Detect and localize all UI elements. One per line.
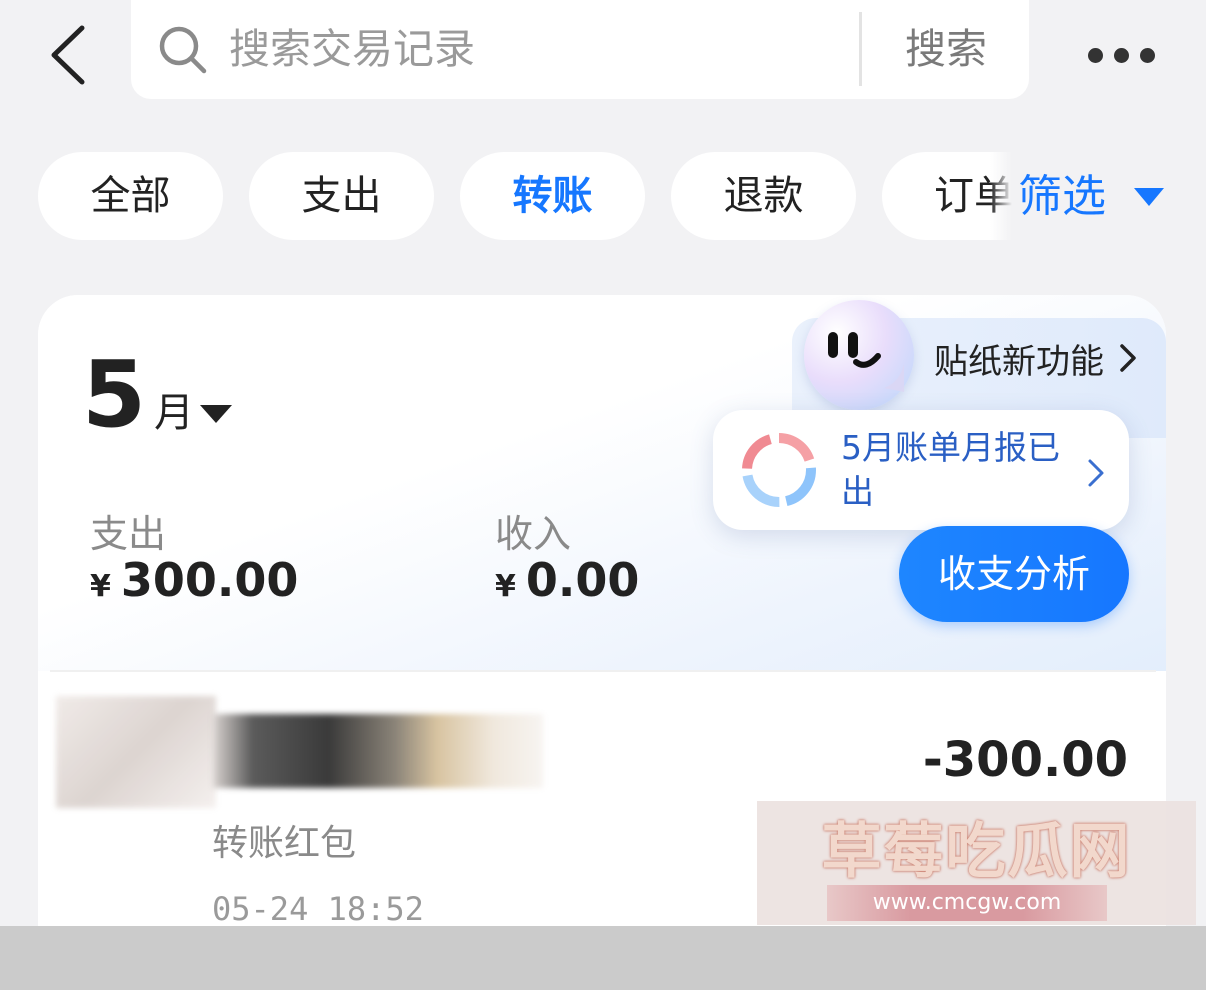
more-icon-dot: [1140, 48, 1155, 63]
monthly-report-text: 5月账单月报已出: [841, 428, 1060, 511]
income-value: ¥0.00: [495, 553, 639, 607]
bottom-overlay: [0, 926, 1206, 990]
sticker-face-icon: [804, 300, 914, 410]
watermark: 草莓吃瓜网 www.cmcgw.com: [757, 801, 1196, 925]
search-icon: [159, 26, 207, 74]
blurred-avatar: [56, 696, 216, 808]
top-bar: 搜索: [0, 0, 1206, 110]
caret-down-icon: [1134, 188, 1164, 206]
divider: [50, 670, 1156, 672]
search-input[interactable]: [229, 18, 829, 80]
watermark-url: www.cmcgw.com: [827, 885, 1107, 921]
category-tabs: 全部 支出 转账 退款 订单 筛选: [0, 152, 1206, 242]
tab-all[interactable]: 全部: [38, 152, 223, 240]
month-unit: 月: [154, 390, 195, 436]
tab-expense[interactable]: 支出: [249, 152, 434, 240]
donut-chart-icon: [742, 433, 816, 507]
filter-button[interactable]: 筛选: [1018, 162, 1106, 232]
chevron-right-icon: [1120, 344, 1136, 372]
monthly-report-popup[interactable]: 5月账单月报已出: [713, 410, 1129, 530]
blurred-counterparty-name: [213, 714, 543, 788]
income-label: 收入: [495, 512, 572, 556]
sticker-face-icon-svg: [828, 332, 904, 392]
expense-label: 支出: [90, 512, 167, 556]
tab-transfer[interactable]: 转账: [460, 152, 645, 240]
expense-amount: 300.00: [120, 553, 299, 607]
transaction-time: 05-24 18:52: [212, 890, 424, 928]
transaction-amount: -300.00: [922, 732, 1128, 788]
income-amount: 0.00: [525, 553, 640, 607]
search-divider: [859, 12, 862, 86]
caret-down-icon: [200, 405, 232, 423]
month-number: 5: [82, 341, 147, 448]
search-box[interactable]: 搜索: [131, 0, 1029, 99]
back-arrow-icon: [51, 25, 85, 85]
watermark-title: 草莓吃瓜网: [821, 817, 1132, 887]
more-icon-dot: [1088, 48, 1103, 63]
tab-refund[interactable]: 退款: [671, 152, 856, 240]
chevron-right-icon: [1088, 459, 1104, 487]
currency-symbol: ¥: [495, 569, 516, 604]
sticker-feature-label[interactable]: 贴纸新功能: [934, 334, 1104, 383]
month-selector[interactable]: 5月: [82, 345, 194, 445]
transaction-description: 转账红包: [212, 823, 357, 864]
currency-symbol: ¥: [90, 569, 111, 604]
income-expense-analysis-button[interactable]: 收支分析: [899, 526, 1129, 622]
search-button[interactable]: 搜索: [871, 12, 1021, 86]
back-button[interactable]: [44, 22, 94, 88]
expense-value: ¥300.00: [90, 553, 298, 607]
more-icon-dot: [1114, 48, 1129, 63]
more-button[interactable]: [1082, 38, 1162, 74]
